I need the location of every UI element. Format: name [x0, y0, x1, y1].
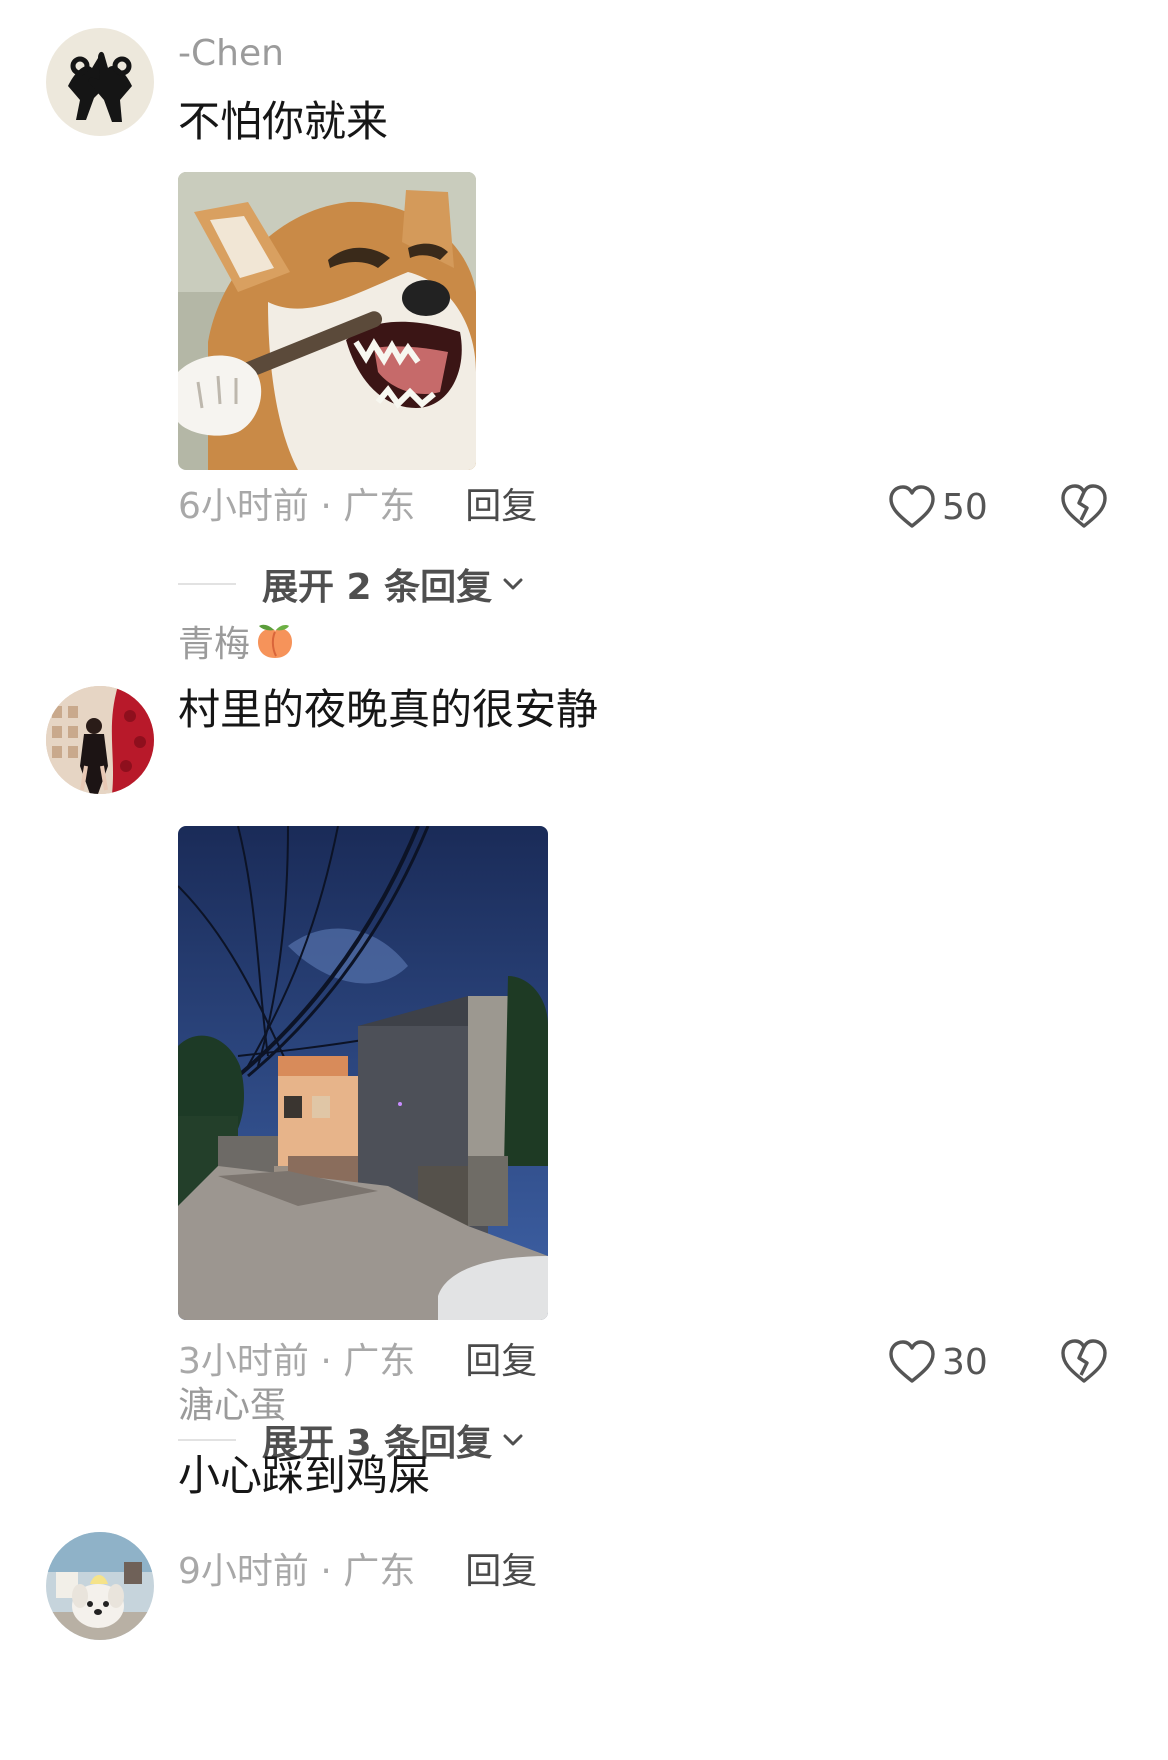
- chevron-down-icon: [503, 1434, 523, 1446]
- comment-image-shiba-meme[interactable]: [178, 172, 476, 470]
- broken-heart-icon: [1061, 484, 1107, 528]
- avatar[interactable]: [46, 1532, 154, 1640]
- comment-text: 不怕你就来: [178, 97, 389, 146]
- heart-outline-icon: [889, 1340, 935, 1383]
- username[interactable]: 青梅: [178, 620, 296, 667]
- dislike-button[interactable]: [1058, 1335, 1110, 1387]
- night-village-photo: [178, 826, 548, 1320]
- like-count: 50: [942, 486, 988, 528]
- expand-replies-button[interactable]: 展开 2 条回复: [178, 560, 526, 608]
- comment-meta: 9小时前 · 广东 回复: [178, 1548, 537, 1596]
- expand-replies-label: 展开 2 条回复: [262, 567, 493, 608]
- divider-line: [178, 1439, 236, 1441]
- username-text: 青梅: [178, 624, 251, 665]
- like-button[interactable]: 30: [888, 1335, 988, 1389]
- shiba-dog-image: [178, 172, 476, 470]
- avatar-hand-gesture-image: [46, 28, 154, 136]
- divider-line: [178, 583, 236, 585]
- username[interactable]: 溏心蛋: [178, 1384, 286, 1428]
- broken-heart-icon: [1061, 1339, 1107, 1383]
- heart-outline-icon: [889, 485, 935, 528]
- timestamp-location: 3小时前 · 广东: [178, 1341, 416, 1382]
- avatar[interactable]: [46, 28, 154, 136]
- avatar[interactable]: [46, 686, 154, 794]
- username[interactable]: -Chen: [178, 32, 284, 76]
- chevron-down-icon: [503, 578, 523, 590]
- avatar-girl-photo: [46, 686, 154, 794]
- reply-button[interactable]: 回复: [465, 486, 537, 527]
- comment-text: 村里的夜晚真的很安静: [178, 685, 599, 734]
- avatar-cartoon-dog-image: [46, 1532, 154, 1640]
- reply-button[interactable]: 回复: [465, 1341, 537, 1382]
- comment-image-night-village[interactable]: [178, 826, 548, 1320]
- comment-meta: 3小时前 · 广东 回复: [178, 1338, 537, 1386]
- timestamp-location: 6小时前 · 广东: [178, 486, 416, 527]
- timestamp-location: 9小时前 · 广东: [178, 1551, 416, 1592]
- dislike-button[interactable]: [1058, 480, 1110, 532]
- like-button[interactable]: 50: [888, 480, 988, 534]
- comment-text: 小心踩到鸡屎: [178, 1451, 431, 1500]
- like-count: 30: [942, 1341, 988, 1383]
- comment-meta: 6小时前 · 广东 回复: [178, 483, 537, 531]
- peach-emoji-icon: [258, 624, 293, 658]
- reply-button[interactable]: 回复: [465, 1551, 537, 1592]
